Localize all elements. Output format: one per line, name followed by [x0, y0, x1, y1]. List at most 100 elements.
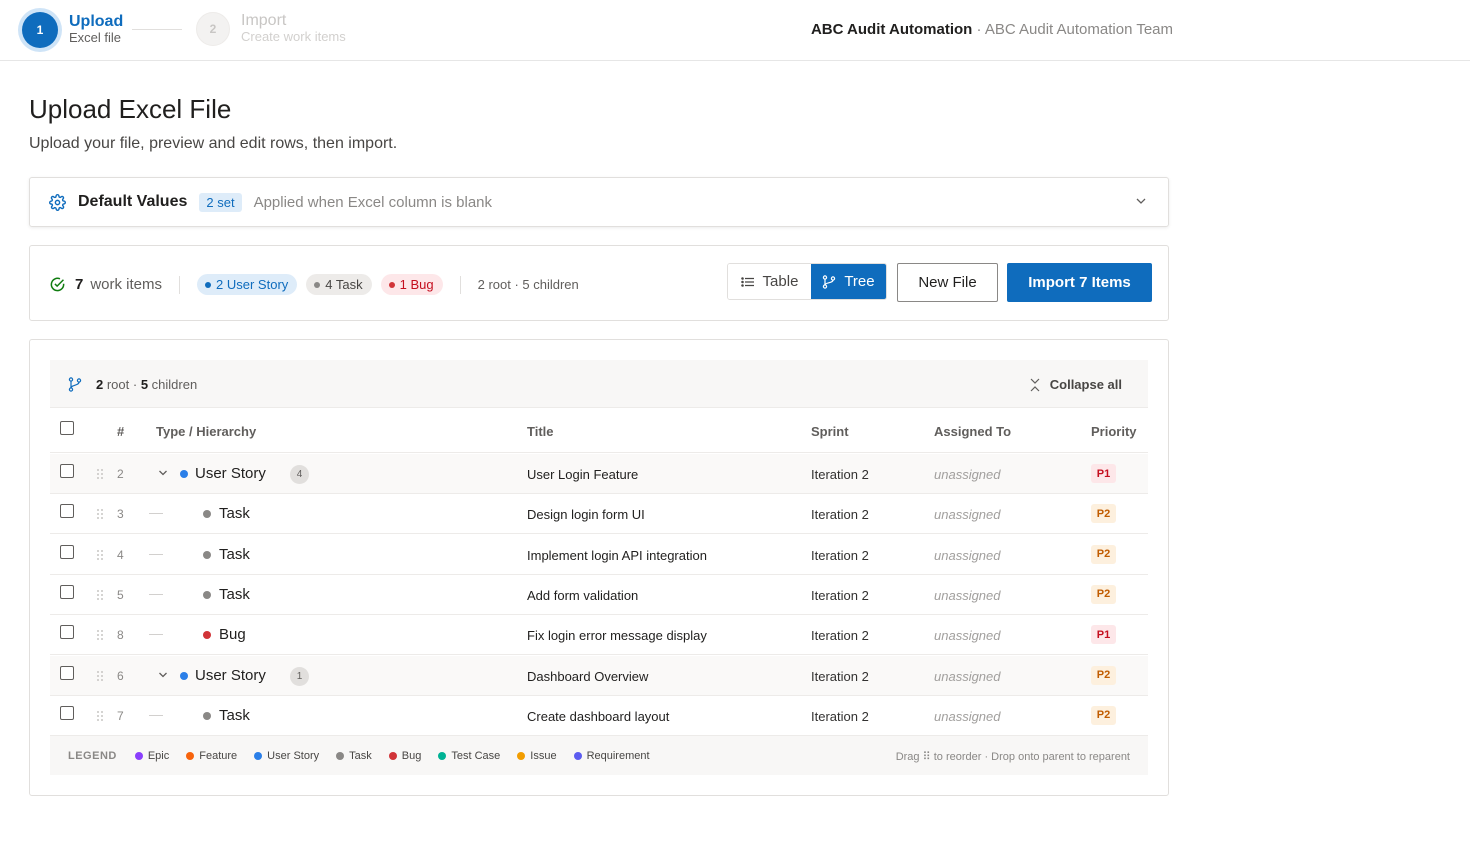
row-title[interactable]: Add form validation	[527, 588, 638, 603]
row-number: 2	[117, 467, 124, 481]
wizard-step-upload[interactable]: 1 Upload Excel file	[22, 12, 123, 48]
row-sprint[interactable]: Iteration 2	[811, 588, 869, 603]
row-sprint[interactable]: Iteration 2	[811, 709, 869, 724]
row-sprint[interactable]: Iteration 2	[811, 467, 869, 482]
step-subtitle: Excel file	[69, 30, 122, 45]
row-assignee[interactable]: unassigned	[934, 548, 1001, 563]
legend-label: Feature	[199, 749, 238, 762]
priority-badge[interactable]: P1	[1091, 625, 1116, 645]
row-checkbox[interactable]	[60, 625, 74, 640]
row-title[interactable]: Create dashboard layout	[527, 709, 669, 724]
children-count: 5	[140, 377, 149, 392]
chevron-down-icon[interactable]	[158, 468, 168, 478]
row-title[interactable]: Design login form UI	[527, 507, 645, 522]
tree-panel: 2 root · 5 children Collapse all # Type …	[29, 339, 1169, 796]
hierarchy-connector	[149, 593, 163, 595]
priority-badge[interactable]: P2	[1091, 544, 1116, 564]
child-count-badge: 4	[290, 465, 309, 484]
bug-count-pill: 1 Bug	[380, 274, 443, 295]
row-title[interactable]: User Login Feature	[527, 467, 638, 482]
row-checkbox[interactable]	[60, 544, 74, 559]
table-row[interactable]: 6 User Story 1 Dashboard Overview Iteration …	[50, 655, 1148, 696]
row-assignee[interactable]: unassigned	[934, 467, 1001, 482]
row-number: 8	[117, 628, 124, 643]
tree-view-label: Tree	[844, 273, 875, 290]
row-sprint[interactable]: Iteration 2	[811, 669, 869, 684]
table-row[interactable]: 2 User Story 4 User Login Feature Iteration …	[50, 454, 1148, 494]
table-view-button[interactable]: Table	[728, 264, 811, 299]
import-button[interactable]: Import 7 Items	[1007, 263, 1152, 302]
select-all-checkbox[interactable]	[60, 421, 74, 435]
defaults-hint: Applied when Excel column is blank	[253, 193, 493, 211]
collapse-all-button[interactable]: Collapse all	[1029, 377, 1122, 392]
row-assignee[interactable]: unassigned	[934, 588, 1001, 603]
chevron-down-icon[interactable]	[1134, 194, 1148, 208]
drag-handle-icon[interactable]	[96, 549, 104, 561]
chevron-down-icon[interactable]	[158, 670, 168, 680]
priority-badge[interactable]: P2	[1091, 584, 1116, 604]
tree-view-button[interactable]: Tree	[810, 264, 886, 299]
step-number: 2	[196, 12, 230, 46]
row-assignee[interactable]: unassigned	[934, 628, 1001, 643]
row-type: User Story	[195, 666, 266, 684]
collapse-all-label: Collapse all	[1049, 377, 1122, 392]
col-title: Title	[527, 424, 554, 439]
row-title[interactable]: Dashboard Overview	[527, 669, 648, 684]
legend-label: Requirement	[586, 749, 650, 762]
row-checkbox[interactable]	[60, 705, 74, 720]
row-checkbox[interactable]	[60, 504, 74, 519]
table-row[interactable]: 4 Task Implement login API integration Iter…	[50, 534, 1148, 575]
table-row[interactable]: 3 Task Design login form UI Iteration 2 unas…	[50, 494, 1148, 535]
legend-dot	[517, 751, 526, 760]
new-file-button[interactable]: New File	[897, 263, 998, 302]
view-toggle: Table Tree	[727, 263, 887, 300]
row-sprint[interactable]: Iteration 2	[811, 548, 869, 563]
row-type: Task	[219, 585, 250, 603]
row-number: 6	[117, 668, 124, 683]
hierarchy-connector	[149, 714, 163, 716]
row-title[interactable]: Implement login API integration	[527, 548, 707, 563]
row-checkbox[interactable]	[60, 584, 74, 599]
table-row[interactable]: 5 Task Add form validation Iteration 2 unass…	[50, 574, 1148, 615]
legend-label: Bug	[401, 749, 422, 762]
step-title: Import	[241, 12, 287, 29]
work-item-count: 7	[75, 276, 84, 293]
col-priority: Priority	[1091, 424, 1137, 439]
legend-label: Test Case	[451, 749, 501, 762]
type-dot	[180, 671, 188, 680]
priority-badge[interactable]: P2	[1091, 705, 1116, 725]
drag-handle-icon[interactable]	[96, 589, 104, 601]
row-type: Task	[219, 706, 250, 724]
priority-badge[interactable]: P1	[1091, 464, 1116, 483]
row-assignee[interactable]: unassigned	[934, 709, 1001, 724]
defaults-count-badge: 2 set	[199, 192, 242, 212]
row-assignee[interactable]: unassigned	[934, 507, 1001, 522]
drag-handle-icon[interactable]	[96, 508, 104, 520]
row-title[interactable]: Fix login error message display	[527, 628, 707, 643]
summary-bar: 7 work items 2 User Story 4 Task 1 Bug 2…	[29, 245, 1169, 321]
row-sprint[interactable]: Iteration 2	[811, 507, 869, 522]
row-checkbox[interactable]	[60, 464, 74, 478]
step-title: Upload	[69, 13, 124, 30]
legend: LEGEND Epic Feature User Story Task Bug Test …	[50, 736, 1148, 775]
drag-handle-icon[interactable]	[96, 468, 104, 480]
legend-dot	[388, 751, 397, 760]
org-name: ABC Audit Automation	[810, 21, 973, 38]
priority-badge[interactable]: P2	[1091, 504, 1116, 524]
default-values-panel[interactable]: Default Values 2 set Applied when Excel …	[29, 177, 1169, 227]
list-icon	[740, 275, 755, 289]
drag-handle-icon[interactable]	[96, 670, 104, 682]
table-row[interactable]: 8 Bug Fix login error message display Itera…	[50, 615, 1148, 656]
table-row[interactable]: 7 Task Create dashboard layout Iteration 2 u…	[50, 695, 1148, 736]
row-assignee[interactable]: unassigned	[934, 669, 1001, 684]
row-sprint[interactable]: Iteration 2	[811, 628, 869, 643]
row-checkbox[interactable]	[60, 665, 74, 680]
wizard-step-import[interactable]: 2 Import Create work items	[196, 12, 346, 46]
step-connector	[132, 29, 182, 30]
drag-handle-icon[interactable]	[96, 629, 104, 641]
col-type: Type / Hierarchy	[156, 424, 257, 439]
step-subtitle: Create work items	[241, 29, 346, 44]
row-type: Bug	[219, 626, 246, 644]
priority-badge[interactable]: P2	[1091, 665, 1116, 685]
drag-handle-icon[interactable]	[96, 710, 104, 722]
